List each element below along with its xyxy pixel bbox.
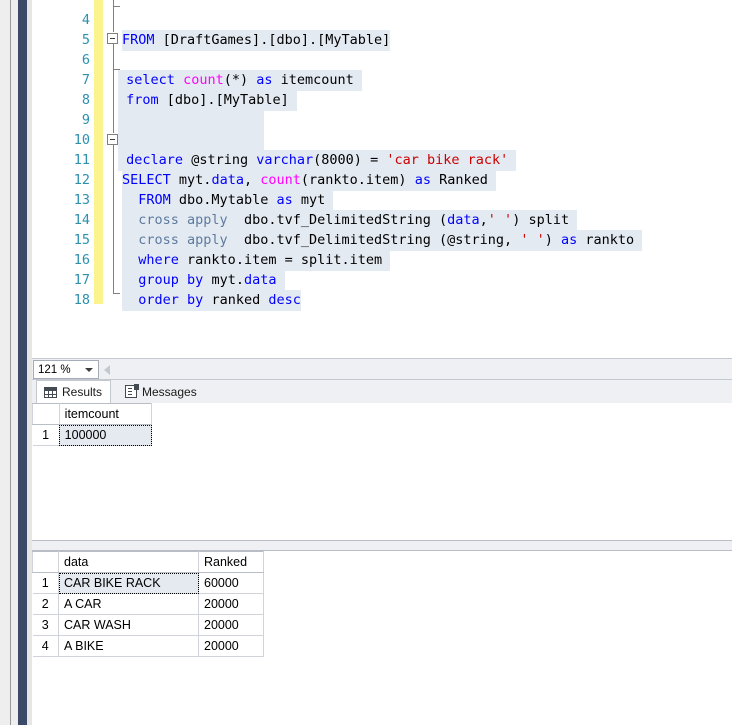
- results-table[interactable]: data Ranked 1 CAR BIKE RACK 60000 2 A CA…: [32, 551, 264, 657]
- docked-panel-edge: [18, 0, 27, 725]
- code-line[interactable]: 8: [32, 70, 732, 131]
- results-grid-itemcount[interactable]: itemcount 1 100000: [32, 403, 732, 540]
- table-row[interactable]: 4 A BIKE 20000: [32, 635, 264, 657]
- sql-code-editor[interactable]: 4 FROM [DraftGames].[dbo].[MyTable] 5 6 …: [32, 0, 732, 358]
- code-line[interactable]: 16 group by myt.data: [32, 230, 732, 291]
- code-line[interactable]: 15 where rankto.item = split.item: [32, 210, 732, 271]
- table-row[interactable]: 3 CAR WASH 20000: [32, 614, 264, 636]
- row-number: 4: [32, 635, 59, 657]
- column-header-itemcount[interactable]: itemcount: [59, 403, 153, 425]
- table-header-row: itemcount: [32, 403, 153, 425]
- row-number: 2: [32, 593, 59, 615]
- line-content: order by ranked desc: [122, 290, 301, 311]
- zoom-level-value: 121 %: [38, 363, 71, 376]
- line-number: 18: [73, 292, 90, 309]
- code-line[interactable]: 18: [32, 270, 732, 308]
- cell-data[interactable]: A BIKE: [58, 635, 199, 657]
- column-header-data[interactable]: data: [58, 551, 199, 573]
- document-icon: [125, 384, 139, 398]
- row-number: 1: [32, 424, 60, 446]
- cell-data[interactable]: CAR BIKE RACK: [58, 572, 199, 594]
- code-line[interactable]: 11 SELECT myt.data, count(rankto.item) a…: [32, 130, 732, 191]
- tab-messages[interactable]: Messages: [118, 380, 205, 403]
- cell-ranked[interactable]: 20000: [198, 614, 264, 636]
- table-row[interactable]: 2 A CAR 20000: [32, 593, 264, 615]
- cell-itemcount[interactable]: 100000: [58, 424, 153, 446]
- code-line[interactable]: 10 declare @string varchar(8000) = 'car …: [32, 110, 732, 171]
- table-header-row: data Ranked: [32, 551, 264, 573]
- table-row[interactable]: 1 100000: [32, 424, 153, 446]
- result-set-separator: [32, 540, 732, 551]
- results-grid-ranked[interactable]: data Ranked 1 CAR BIKE RACK 60000 2 A CA…: [32, 551, 732, 725]
- code-line[interactable]: 4 FROM [DraftGames].[dbo].[MyTable]: [32, 0, 732, 51]
- code-line[interactable]: 7 from [dbo].[MyTable]: [32, 50, 732, 111]
- chrome-divider-line: [10, 0, 11, 725]
- cell-ranked[interactable]: 20000: [198, 635, 264, 657]
- row-number-header: [32, 403, 60, 425]
- tab-results-label: Results: [62, 385, 103, 399]
- zoom-level-dropdown[interactable]: 121 %: [33, 360, 99, 379]
- code-line[interactable]: 9: [32, 90, 732, 151]
- row-number: 1: [32, 572, 59, 594]
- code-line[interactable]: 14 cross apply dbo.tvf_DelimitedString (…: [32, 190, 732, 251]
- editor-status-splitter: 121 %: [32, 358, 732, 380]
- code-line[interactable]: 17 order by ranked desc: [32, 250, 732, 311]
- cell-data[interactable]: CAR WASH: [58, 614, 199, 636]
- chevron-down-icon[interactable]: [85, 367, 93, 372]
- code-text-area[interactable]: 4 FROM [DraftGames].[dbo].[MyTable] 5 6 …: [32, 0, 732, 358]
- row-number: 3: [32, 614, 59, 636]
- table-row[interactable]: 1 CAR BIKE RACK 60000: [32, 572, 264, 594]
- results-tab-strip: Results Messages: [32, 380, 732, 403]
- cell-ranked[interactable]: 60000: [198, 572, 264, 594]
- ssms-window: 4 FROM [DraftGames].[dbo].[MyTable] 5 6 …: [0, 0, 732, 725]
- results-table[interactable]: itemcount 1 100000: [32, 403, 153, 446]
- row-number-header: [32, 551, 59, 573]
- scroll-left-arrow-icon[interactable]: [104, 365, 110, 375]
- grid-icon: [44, 386, 57, 398]
- code-line[interactable]: 13 cross apply dbo.tvf_DelimitedString (…: [32, 170, 732, 231]
- tab-results[interactable]: Results: [36, 380, 112, 403]
- column-header-ranked[interactable]: Ranked: [198, 551, 264, 573]
- cell-data[interactable]: A CAR: [58, 593, 199, 615]
- code-line[interactable]: 6 select count(*) as itemcount: [32, 30, 732, 91]
- cell-ranked[interactable]: 20000: [198, 593, 264, 615]
- code-line[interactable]: 5: [32, 10, 732, 48]
- tab-messages-label: Messages: [142, 384, 197, 399]
- code-line[interactable]: 12 FROM dbo.Mytable as myt: [32, 150, 732, 211]
